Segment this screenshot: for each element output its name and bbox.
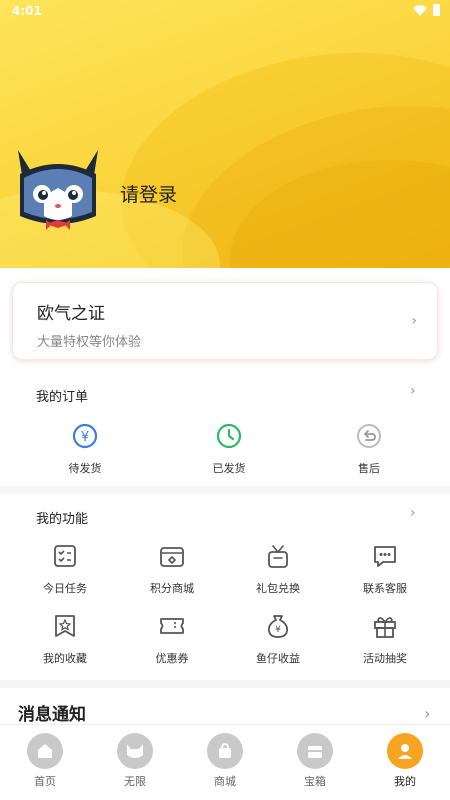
tab-label: 我的 (394, 775, 416, 788)
function-coupon[interactable]: 优惠券 (127, 612, 217, 666)
function-label: 优惠券 (155, 652, 189, 665)
return-icon (357, 424, 381, 448)
tab-treasure[interactable]: 宝箱 (285, 733, 345, 789)
function-gift-redeem[interactable]: 礼包兑换 (233, 542, 323, 596)
messages-chevron-right-icon[interactable]: › (424, 704, 430, 723)
order-pending[interactable]: ¥ 待发货 (40, 422, 130, 476)
tab-label: 无限 (124, 775, 146, 788)
function-label: 联系客服 (363, 582, 407, 595)
function-label: 今日任务 (43, 582, 87, 595)
battery-icon (433, 4, 440, 16)
status-bar: 4:01 (0, 0, 450, 22)
orders-chevron-right-icon[interactable]: › (410, 383, 416, 399)
section-divider (0, 680, 450, 688)
shopping-bag-icon (219, 743, 231, 758)
function-earnings[interactable]: ¥ 鱼仔收益 (233, 612, 323, 666)
function-lottery[interactable]: 活动抽奖 (340, 612, 430, 666)
function-points-mall[interactable]: 积分商城 (127, 542, 217, 596)
gift-bag-icon (268, 545, 288, 568)
function-daily-task[interactable]: 今日任务 (20, 542, 110, 596)
function-label: 活动抽奖 (363, 652, 407, 665)
order-aftersale[interactable]: 售后 (324, 422, 414, 476)
clock-icon (216, 423, 242, 449)
gift-box-icon (374, 617, 396, 638)
functions-chevron-right-icon[interactable]: › (410, 505, 416, 521)
coupon-icon (160, 618, 184, 634)
profile-header: 4:01 请登录 (0, 0, 450, 300)
function-label: 礼包兑换 (256, 582, 300, 595)
card-subtitle: 大量特权等你体验 (37, 335, 142, 350)
function-label: 我的收藏 (43, 652, 87, 665)
tab-label: 宝箱 (304, 775, 326, 788)
login-prompt[interactable]: 请登录 (120, 180, 177, 207)
order-pending-label: 待发货 (68, 462, 102, 475)
function-customer-service[interactable]: 联系客服 (340, 542, 430, 596)
order-aftersale-label: 售后 (358, 462, 380, 475)
section-divider (0, 486, 450, 494)
wifi-icon (413, 4, 427, 16)
chevron-right-icon: › (411, 313, 417, 329)
treasure-box-icon (308, 746, 322, 758)
points-mall-icon (160, 547, 184, 567)
messages-title: 消息通知 (18, 705, 86, 725)
functions-title: 我的功能 (36, 512, 89, 527)
order-shipped-label: 已发货 (212, 462, 246, 475)
tab-mine[interactable]: 我的 (375, 733, 435, 789)
tab-unlimited[interactable]: 无限 (105, 733, 165, 789)
status-time: 4:01 (12, 4, 42, 18)
cat-icon (127, 744, 143, 758)
svg-text:¥: ¥ (81, 430, 89, 445)
cat-avatar[interactable] (14, 146, 102, 236)
tab-home[interactable]: 首页 (15, 733, 75, 789)
task-list-icon (54, 545, 76, 567)
money-bag-icon: ¥ (267, 615, 289, 638)
function-label: 积分商城 (150, 582, 194, 595)
bookmark-star-icon (55, 615, 75, 637)
user-icon (398, 744, 412, 759)
function-label: 鱼仔收益 (256, 652, 300, 665)
chat-icon (374, 546, 396, 567)
orders-title: 我的订单 (36, 390, 89, 405)
privilege-card[interactable]: 欧气之证 大量特权等你体验 › (12, 282, 438, 360)
home-icon (38, 744, 52, 758)
tab-label: 首页 (34, 775, 56, 788)
bottom-tab-bar: 首页 无限 商城 宝箱 我的 (0, 724, 450, 800)
card-title: 欧气之证 (37, 304, 105, 324)
tab-label: 商城 (214, 775, 236, 788)
yuan-clock-icon: ¥ (72, 423, 98, 449)
svg-text:¥: ¥ (275, 625, 281, 635)
order-shipped[interactable]: 已发货 (184, 422, 274, 476)
function-favorites[interactable]: 我的收藏 (20, 612, 110, 666)
tab-mall[interactable]: 商城 (195, 733, 255, 789)
